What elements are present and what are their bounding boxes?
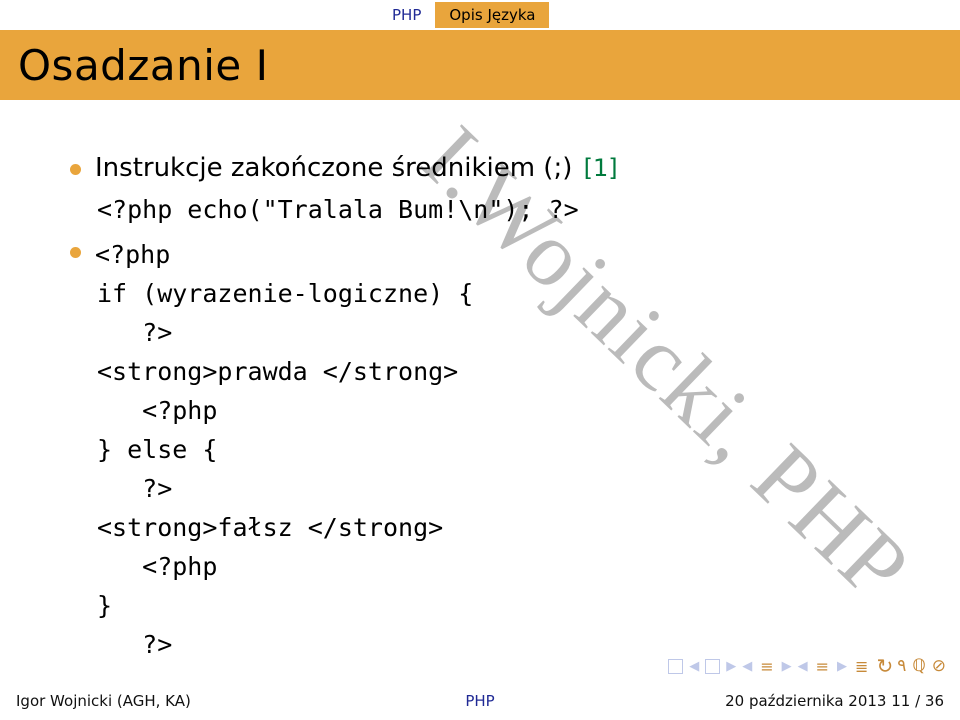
nav-box-icon[interactable] [705, 659, 720, 674]
nav-close-icon[interactable]: ⊘ [932, 656, 946, 676]
tab-opis-jezyka[interactable]: Opis Języka [435, 2, 549, 28]
bullet-2: <?php [70, 233, 920, 272]
nav-help-icon[interactable]: ℚ [912, 656, 925, 676]
tab-php[interactable]: PHP [378, 2, 435, 28]
title-bar: Osadzanie I [0, 30, 960, 100]
nav-prev-icon[interactable]: ◀ [689, 659, 699, 674]
footer: Igor Wojnicki (AGH, KA) PHP 20 październ… [0, 682, 960, 720]
code-line-6: <?php [97, 393, 920, 428]
nav-fwd2-icon[interactable]: ▶ [837, 659, 847, 674]
bullet-icon [70, 247, 81, 258]
nav-first-icon[interactable] [668, 659, 683, 674]
bullet-1-label: Instrukcje zakończone średnikiem (;) [95, 153, 572, 183]
nav-menu-icon[interactable]: ≣ [855, 657, 868, 676]
nav-section-prev-icon[interactable]: ≡ [760, 657, 773, 676]
bullet-1: Instrukcje zakończone średnikiem (;) [1] [70, 150, 920, 188]
nav-loop-icon[interactable]: ↻ [876, 654, 891, 678]
page-title: Osadzanie I [18, 41, 269, 90]
code-line-11: } [97, 588, 920, 623]
code-line-8: ?> [97, 471, 920, 506]
nav-next-icon[interactable]: ▶ [726, 659, 736, 674]
topbar: PHP Opis Języka [0, 0, 960, 30]
code-line-2: <?php [95, 237, 170, 272]
nav-search-icon[interactable]: ٩ [897, 656, 906, 676]
nav-symbols: ◀ ▶ ◀ ≡ ▶ ◀ ≡ ▶ ≣ ↻ ٩ ℚ ⊘ [668, 654, 946, 678]
code-line-10: <?php [97, 549, 920, 584]
code-line-7: } else { [97, 432, 920, 467]
code-line-4: ?> [97, 315, 920, 350]
bullet-icon [70, 164, 81, 175]
footer-page: 20 października 2013 11 / 36 [725, 692, 944, 710]
content: Instrukcje zakończone średnikiem (;) [1]… [70, 150, 920, 662]
bullet-1-ref: [1] [584, 154, 618, 182]
nav-back2-icon[interactable]: ◀ [798, 659, 808, 674]
footer-title: PHP [465, 692, 494, 710]
code-line-9: <strong>fałsz </strong> [97, 510, 920, 545]
bullet-1-text: Instrukcje zakończone średnikiem (;) [1] [95, 150, 618, 188]
code-line-5: <strong>prawda </strong> [97, 354, 920, 389]
nav-section-next-icon[interactable]: ≡ [816, 657, 829, 676]
section-tabs: PHP Opis Języka [378, 0, 549, 30]
nav-back-icon[interactable]: ◀ [742, 659, 752, 674]
code-line-3: if (wyrazenie-logiczne) { [97, 276, 920, 311]
slide: PHP Opis Języka Osadzanie I I.Wojnicki, … [0, 0, 960, 720]
nav-fwd-icon[interactable]: ▶ [782, 659, 792, 674]
code-line-1: <?php echo("Tralala Bum!\n"); ?> [97, 192, 920, 227]
footer-author: Igor Wojnicki (AGH, KA) [16, 692, 191, 710]
